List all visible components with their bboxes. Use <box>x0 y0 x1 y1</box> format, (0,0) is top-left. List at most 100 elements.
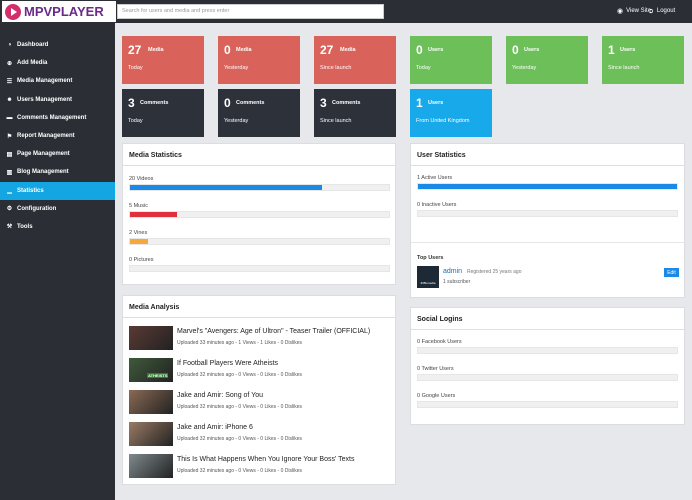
tile-subtitle: Yesterday <box>224 118 249 124</box>
sidebar-item-add-media[interactable]: ⊕ Add Media <box>0 54 115 72</box>
tile-subtitle: From United Kingdom <box>416 118 470 124</box>
sidebar-item-label: Report Management <box>17 133 75 140</box>
video-thumbnail[interactable] <box>129 326 173 350</box>
sidebar-item-label: Comments Management <box>17 114 87 121</box>
search-input[interactable]: Search for users and media and press ent… <box>117 4 384 19</box>
video-title[interactable]: If Football Players Were Atheists <box>177 360 278 367</box>
tile-label: Media <box>236 47 252 53</box>
tile-label: Comments <box>332 100 361 106</box>
sidebar-item-label: Add Media <box>17 60 48 67</box>
sidebar-item-label: Tools <box>17 223 33 230</box>
flag-icon: ⚑ <box>6 133 13 140</box>
stat-tile[interactable]: 1 Users Since launch <box>602 36 684 84</box>
list-item[interactable]: Jake and Amir: iPhone 6 Uploaded 32 minut… <box>129 422 389 446</box>
top-user-name[interactable]: admin <box>443 268 462 275</box>
sidebar-item-page-management[interactable]: ▤ Page Management <box>0 145 115 163</box>
video-meta: Uploaded 32 minutes ago - 0 Views - 0 Li… <box>177 404 302 410</box>
stat-tile[interactable]: 3 Comments Today <box>122 89 204 137</box>
tile-number: 1 <box>608 43 615 57</box>
sidebar-item-label: Blog Management <box>17 169 69 176</box>
video-title[interactable]: Marvel's "Avengers: Age of Ultron" - Tea… <box>177 328 370 335</box>
stat-tile[interactable]: 0 Users Today <box>410 36 492 84</box>
stat-tile[interactable]: 1 Users From United Kingdom <box>410 89 492 137</box>
video-meta: Uploaded 32 minutes ago - 0 Views - 0 Li… <box>177 436 302 442</box>
sidebar-item-dashboard[interactable]: ◑ Dashboard <box>0 36 115 54</box>
sidebar-item-label: Media Management <box>17 78 73 85</box>
tile-subtitle: Since launch <box>320 65 352 71</box>
top-users-title: Top Users <box>417 255 444 261</box>
sidebar-item-comments-management[interactable]: ▬ Comments Management <box>0 109 115 127</box>
edit-user-button[interactable]: Edit <box>664 268 679 277</box>
sidebar-item-label: Users Management <box>17 96 73 103</box>
tile-number: 1 <box>416 96 423 110</box>
video-thumbnail[interactable] <box>129 390 173 414</box>
stat-label: 5 Music <box>129 203 148 209</box>
logo[interactable]: MPVPLAYER <box>2 1 116 22</box>
sidebar-item-statistics[interactable]: ▁ Statistics <box>0 181 115 200</box>
sidebar-item-label: Configuration <box>17 205 57 212</box>
plus-icon: ⊕ <box>6 60 13 67</box>
sidebar-item-report-management[interactable]: ⚑ Report Management <box>0 127 115 145</box>
tile-subtitle: Today <box>416 65 431 71</box>
logout-label: Logout <box>656 8 676 14</box>
tile-label: Users <box>428 47 444 53</box>
stat-tile[interactable]: 0 Users Yesterday <box>506 36 588 84</box>
progress-bar <box>129 265 390 272</box>
sidebar-item-label: Statistics <box>17 187 44 194</box>
tile-subtitle: Today <box>128 118 143 124</box>
tile-number: 0 <box>224 96 231 110</box>
sidebar-item-blog-management[interactable]: ▥ Blog Management <box>0 163 115 181</box>
stat-tile[interactable]: 27 Media Today <box>122 36 204 84</box>
stat-label: 20 Videos <box>129 176 154 182</box>
list-item[interactable]: This Is What Happens When You Ignore You… <box>129 454 389 478</box>
progress-bar <box>417 183 678 190</box>
panel-title: User Statistics <box>411 144 684 166</box>
comment-icon: ▬ <box>6 114 13 121</box>
progress-bar <box>417 401 678 408</box>
video-thumbnail[interactable] <box>129 422 173 446</box>
tile-number: 27 <box>320 43 334 57</box>
sidebar-item-users-management[interactable]: ☻ Users Management <box>0 91 115 109</box>
logout-link[interactable]: ➲ Logout <box>648 7 675 15</box>
sidebar-item-configuration[interactable]: ⚙ Configuration <box>0 200 115 218</box>
video-meta: Uploaded 32 minutes ago - 0 Views - 0 Li… <box>177 468 302 474</box>
stat-tile[interactable]: 0 Comments Yesterday <box>218 89 300 137</box>
video-title[interactable]: Jake and Amir: Song of You <box>177 392 263 399</box>
tile-number: 27 <box>128 43 142 57</box>
logo-text: MPVPLAYER <box>24 4 104 19</box>
sidebar-item-tools[interactable]: ⚒ Tools <box>0 218 115 236</box>
video-title[interactable]: This Is What Happens When You Ignore You… <box>177 456 354 463</box>
stat-label: 0 Facebook Users <box>417 339 462 345</box>
top-user-registered: Registered 25 years ago <box>467 269 522 275</box>
panel-title: Media Analysis <box>123 296 395 318</box>
stat-tile[interactable]: 27 Media Since launch <box>314 36 396 84</box>
gear-icon: ⚙ <box>6 206 13 213</box>
stat-tile[interactable]: 0 Media Yesterday <box>218 36 300 84</box>
progress-fill <box>130 239 149 244</box>
stat-label: 1 Active Users <box>417 175 453 181</box>
users-icon: ☻ <box>6 96 13 103</box>
view-site-link[interactable]: ◉ View Site <box>617 7 651 15</box>
eye-icon: ◉ <box>617 8 624 15</box>
media-statistics-panel: Media Statistics 20 Videos 5 Music 2 Vines… <box>122 143 396 285</box>
video-thumbnail[interactable] <box>129 454 173 478</box>
video-thumbnail[interactable]: ATHEISTS <box>129 358 173 382</box>
list-item[interactable]: ATHEISTS If Football Players Were Atheist… <box>129 358 389 382</box>
user-avatar[interactable]: IDBLmedia <box>417 266 439 288</box>
stat-tile[interactable]: 3 Comments Since launch <box>314 89 396 137</box>
dashboard-icon: ◑ <box>7 42 12 49</box>
file-icon: ▤ <box>6 151 13 158</box>
tile-label: Users <box>524 47 540 53</box>
tile-label: Media <box>340 47 356 53</box>
video-title[interactable]: Jake and Amir: iPhone 6 <box>177 424 253 431</box>
tile-label: Users <box>620 47 636 53</box>
sidebar-item-media-management[interactable]: ☰ Media Management <box>0 72 115 90</box>
progress-bar <box>129 211 390 218</box>
stat-label: 0 Google Users <box>417 393 456 399</box>
list-item[interactable]: Marvel's "Avengers: Age of Ultron" - Tea… <box>129 326 389 350</box>
list-item[interactable]: Jake and Amir: Song of You Uploaded 32 mi… <box>129 390 389 414</box>
tile-subtitle: Since launch <box>608 65 640 71</box>
logout-icon: ➲ <box>648 8 654 15</box>
bar-chart-icon: ▁ <box>7 188 12 195</box>
tile-number: 3 <box>320 96 327 110</box>
